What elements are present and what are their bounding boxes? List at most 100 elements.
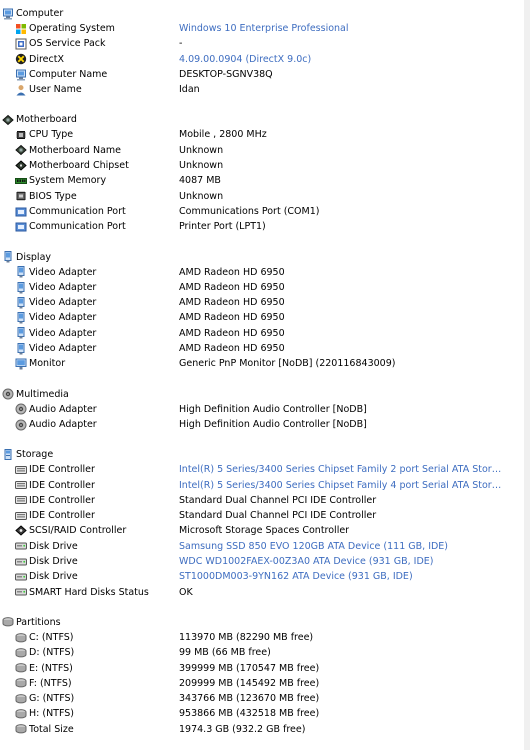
list-item[interactable]: CPU Type Mobile , 2800 MHz	[0, 127, 530, 142]
item-value: AMD Radeon HD 6950	[179, 343, 285, 355]
ide-controller-icon	[15, 479, 27, 491]
vertical-scrollbar[interactable]	[524, 0, 530, 750]
section-motherboard: Motherboard CPU Type Mobile , 2800 MHz Moth…	[0, 112, 530, 234]
list-item[interactable]: Video Adapter AMD Radeon HD 6950	[0, 295, 530, 310]
list-item[interactable]: Operating System Windows 10 Enterprise Pr…	[0, 21, 530, 36]
video-adapter-icon	[15, 266, 27, 278]
item-value: AMD Radeon HD 6950	[179, 312, 285, 324]
list-item[interactable]: Video Adapter AMD Radeon HD 6950	[0, 341, 530, 356]
list-item[interactable]: OS Service Pack -	[0, 36, 530, 51]
item-value: Unknown	[179, 144, 224, 156]
item-value: 4087 MB	[179, 175, 221, 187]
item-label: C: (NTFS)	[29, 631, 74, 643]
item-value: High Definition Audio Controller [NoDB]	[179, 403, 367, 415]
section-header-motherboard[interactable]: Motherboard	[0, 112, 530, 127]
partition-icon	[15, 723, 27, 735]
directx-icon	[15, 53, 27, 65]
section-computer: Computer Operating System Windows 10 Enter…	[0, 6, 530, 97]
item-label: Video Adapter	[29, 281, 97, 293]
list-item[interactable]: D: (NTFS) 99 MB (66 MB free)	[0, 645, 530, 660]
item-label: SMART Hard Disks Status	[29, 586, 149, 598]
list-item[interactable]: Video Adapter AMD Radeon HD 6950	[0, 265, 530, 280]
list-item[interactable]: Video Adapter AMD Radeon HD 6950	[0, 326, 530, 341]
list-item[interactable]: Motherboard Name Unknown	[0, 143, 530, 158]
list-item[interactable]: C: (NTFS) 113970 MB (82290 MB free)	[0, 630, 530, 645]
list-item[interactable]: User Name Idan	[0, 82, 530, 97]
list-item[interactable]: Communication Port Communications Port (C…	[0, 204, 530, 219]
list-item[interactable]: Audio Adapter High Definition Audio Contr…	[0, 402, 530, 417]
ide-controller-icon	[15, 494, 27, 506]
section-header-multimedia[interactable]: Multimedia	[0, 387, 530, 402]
partition-icon	[15, 647, 27, 659]
item-value-link[interactable]: Intel(R) 5 Series/3400 Series Chipset Fa…	[179, 478, 504, 493]
video-adapter-icon	[15, 327, 27, 339]
partition-icon	[15, 662, 27, 674]
list-item[interactable]: Disk Drive WDC WD1002FAEX-00Z3A0 ATA Devi…	[0, 554, 530, 569]
item-value: 953866 MB (432518 MB free)	[179, 708, 320, 720]
item-value: DESKTOP-SGNV38Q	[179, 68, 273, 80]
item-label: IDE Controller	[29, 479, 95, 491]
item-value: 343766 MB (123670 MB free)	[179, 693, 320, 705]
list-item[interactable]: G: (NTFS) 343766 MB (123670 MB free)	[0, 691, 530, 706]
audio-adapter-icon	[15, 403, 27, 415]
list-item[interactable]: Disk Drive ST1000DM003-9YN162 ATA Device …	[0, 569, 530, 584]
item-label: Communication Port	[29, 205, 126, 217]
computer-icon	[2, 8, 14, 20]
item-value-link[interactable]: 4.09.00.0904 (DirectX 9.0c)	[179, 52, 504, 67]
item-label: CPU Type	[29, 129, 74, 141]
list-item[interactable]: IDE Controller Intel(R) 5 Series/3400 Ser…	[0, 478, 530, 493]
item-value: Mobile , 2800 MHz	[179, 129, 267, 141]
audio-adapter-icon	[15, 419, 27, 431]
list-item[interactable]: Motherboard Chipset Unknown	[0, 158, 530, 173]
partition-icon	[15, 677, 27, 689]
list-item[interactable]: BIOS Type Unknown	[0, 189, 530, 204]
item-label: G: (NTFS)	[29, 693, 75, 705]
list-item[interactable]: Monitor Generic PnP Monitor [NoDB] (22011…	[0, 356, 530, 371]
scsi-controller-icon	[15, 525, 27, 537]
video-adapter-icon	[15, 312, 27, 324]
item-value-link[interactable]: Samsung SSD 850 EVO 120GB ATA Device (11…	[179, 539, 504, 554]
item-label: Video Adapter	[29, 327, 97, 339]
list-item[interactable]: Total Size 1974.3 GB (932.2 GB free)	[0, 722, 530, 737]
list-item[interactable]: DirectX 4.09.00.0904 (DirectX 9.0c)	[0, 52, 530, 67]
section-header-computer[interactable]: Computer	[0, 6, 530, 21]
list-item[interactable]: Video Adapter AMD Radeon HD 6950	[0, 280, 530, 295]
item-label: IDE Controller	[29, 510, 95, 522]
item-value-link[interactable]: Intel(R) 5 Series/3400 Series Chipset Fa…	[179, 462, 504, 477]
video-adapter-icon	[15, 342, 27, 355]
item-value: 399999 MB (170547 MB free)	[179, 662, 320, 674]
list-item[interactable]: Computer Name DESKTOP-SGNV38Q	[0, 67, 530, 82]
item-label: BIOS Type	[29, 190, 77, 202]
partition-icon	[15, 708, 27, 720]
disk-drive-icon	[15, 540, 27, 552]
list-item[interactable]: Disk Drive Samsung SSD 850 EVO 120GB ATA …	[0, 539, 530, 554]
list-item[interactable]: IDE Controller Standard Dual Channel PCI …	[0, 493, 530, 508]
list-item[interactable]: SCSI/RAID Controller Microsoft Storage Sp…	[0, 523, 530, 538]
item-label: Communication Port	[29, 221, 126, 233]
ide-controller-icon	[15, 464, 27, 476]
item-label: Disk Drive	[29, 571, 78, 583]
list-item[interactable]: H: (NTFS) 953866 MB (432518 MB free)	[0, 706, 530, 721]
disk-drive-icon	[15, 556, 27, 568]
list-item[interactable]: Video Adapter AMD Radeon HD 6950	[0, 310, 530, 325]
item-label: Motherboard Chipset	[29, 160, 129, 172]
item-value-link[interactable]: Windows 10 Enterprise Professional	[179, 21, 504, 36]
section-header-storage[interactable]: Storage	[0, 447, 530, 462]
list-item[interactable]: F: (NTFS) 209999 MB (145492 MB free)	[0, 676, 530, 691]
item-value: Microsoft Storage Spaces Controller	[179, 525, 350, 537]
list-item[interactable]: System Memory 4087 MB	[0, 173, 530, 188]
list-item[interactable]: IDE Controller Standard Dual Channel PCI …	[0, 508, 530, 523]
video-adapter-icon	[15, 296, 27, 309]
list-item[interactable]: E: (NTFS) 399999 MB (170547 MB free)	[0, 661, 530, 676]
list-item[interactable]: IDE Controller Intel(R) 5 Series/3400 Ser…	[0, 462, 530, 477]
item-value-link[interactable]: ST1000DM003-9YN162 ATA Device (931 GB, I…	[179, 569, 504, 584]
list-item[interactable]: Audio Adapter High Definition Audio Contr…	[0, 417, 530, 432]
section-header-partitions[interactable]: Partitions	[0, 615, 530, 630]
item-value-link[interactable]: WDC WD1002FAEX-00Z3A0 ATA Device (931 GB…	[179, 554, 504, 569]
item-value: Standard Dual Channel PCI IDE Controller	[179, 510, 377, 522]
list-item[interactable]: SMART Hard Disks Status OK	[0, 585, 530, 600]
list-item[interactable]: Communication Port Printer Port (LPT1)	[0, 219, 530, 234]
section-header-display[interactable]: Display	[0, 250, 530, 265]
